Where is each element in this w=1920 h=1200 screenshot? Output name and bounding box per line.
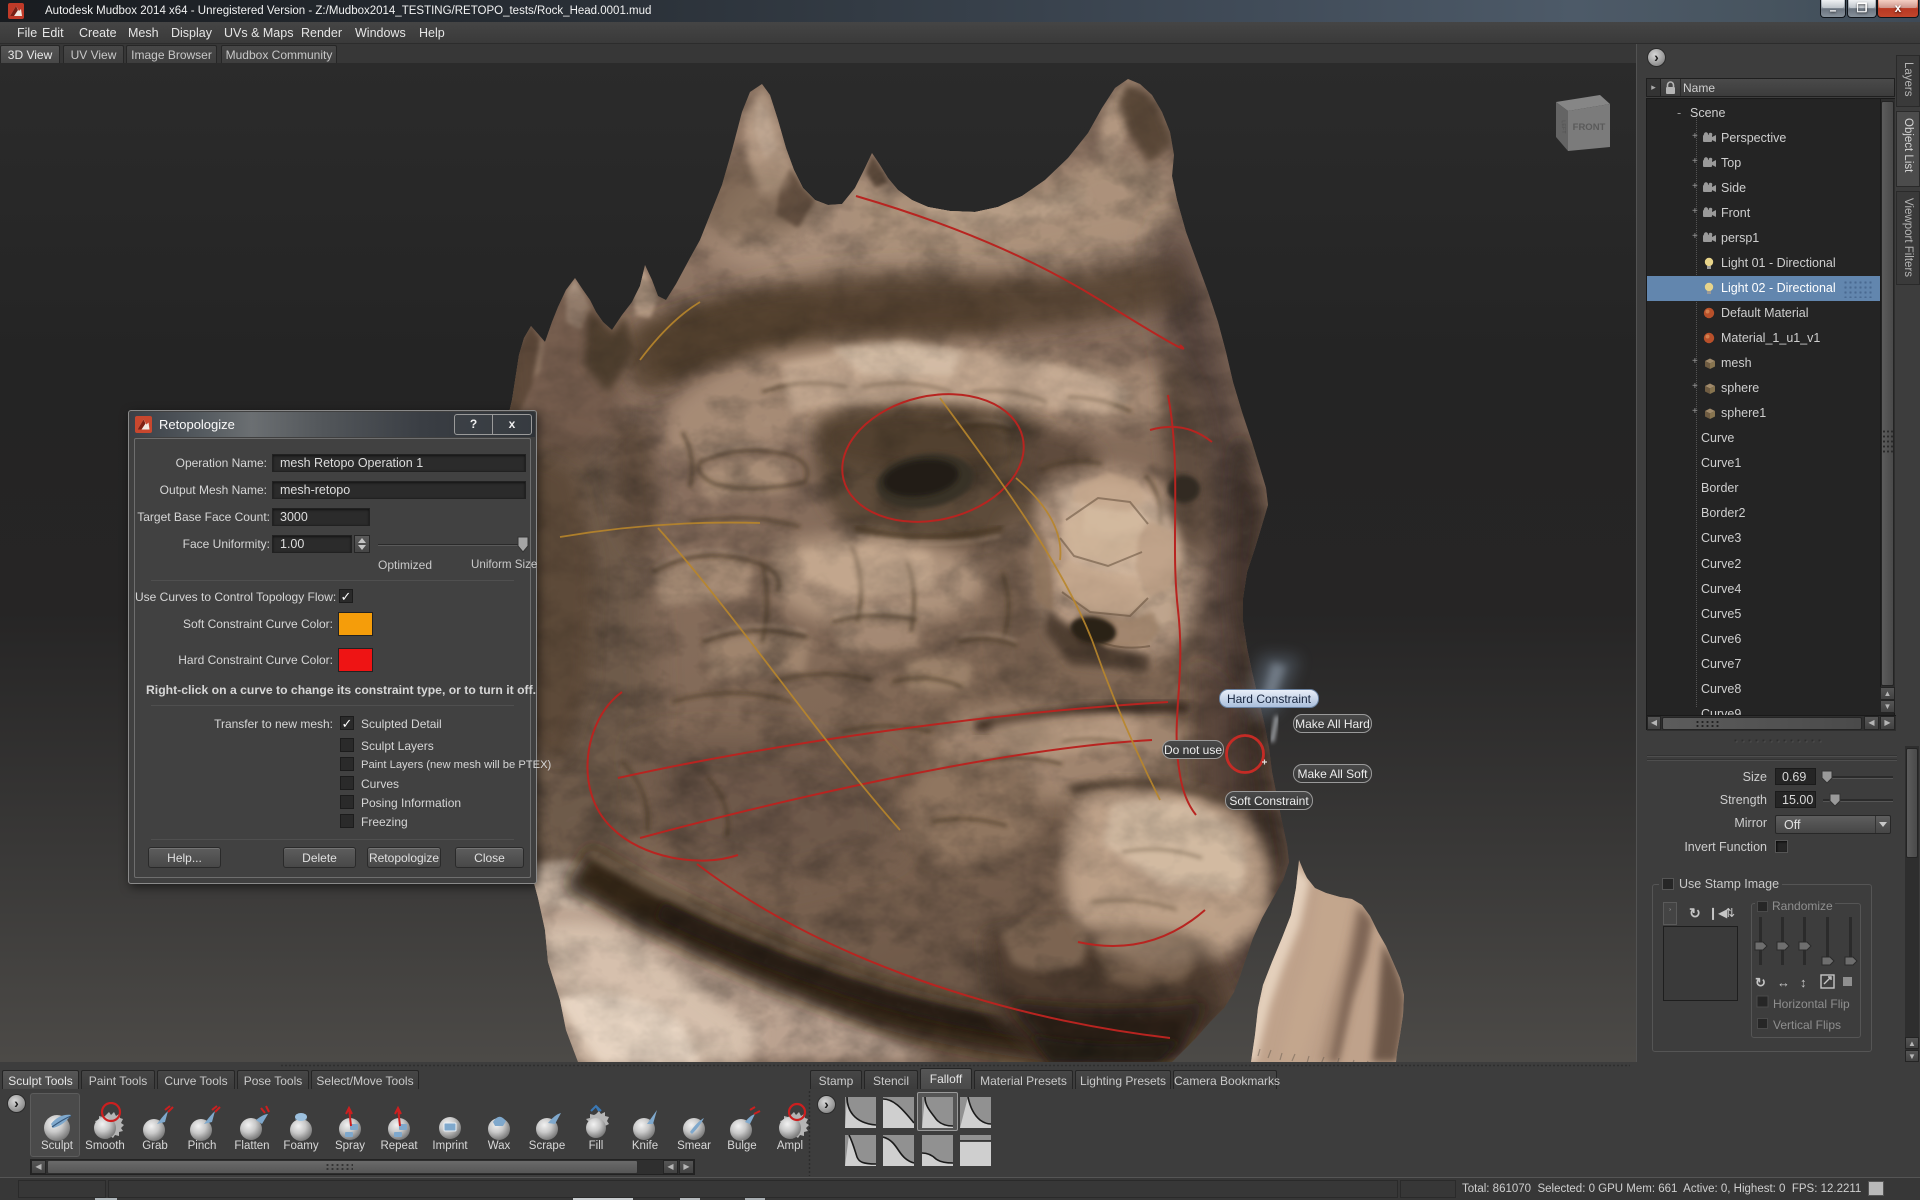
svg-text:FRONT: FRONT <box>1573 122 1606 133</box>
svg-text:↻: ↻ <box>1755 975 1766 990</box>
svg-text:↕: ↕ <box>1800 975 1807 990</box>
svg-text:↔: ↔ <box>1777 975 1790 990</box>
svg-text:LEFT: LEFT <box>1560 120 1566 134</box>
